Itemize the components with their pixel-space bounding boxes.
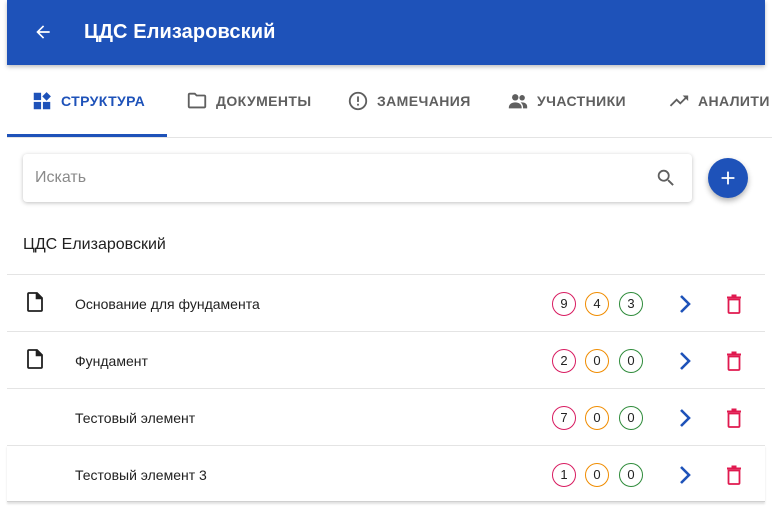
tab-label: ДОКУМЕНТЫ (216, 93, 312, 109)
people-icon (508, 94, 528, 109)
chevron-right-icon[interactable] (677, 350, 695, 372)
red-count-badge: 1 (552, 463, 576, 487)
list-item[interactable]: Тестовый элемент 3 1 0 0 (7, 445, 765, 502)
tab-label: УЧАСТНИКИ (537, 93, 627, 109)
green-count-badge: 0 (619, 463, 643, 487)
orange-count-badge: 0 (585, 463, 609, 487)
tab-label: АНАЛИТИ (698, 93, 770, 109)
tab-structure[interactable]: СТРУКТУРА (31, 65, 145, 137)
delete-icon[interactable] (726, 408, 742, 428)
active-tab-indicator (7, 134, 167, 137)
item-label: Фундамент (75, 353, 148, 369)
trending-up-icon (669, 95, 689, 107)
chevron-right-icon[interactable] (677, 293, 695, 315)
tab-documents[interactable]: ДОКУМЕНТЫ (186, 65, 311, 137)
orange-count-badge: 0 (585, 406, 609, 430)
list-item[interactable]: Основание для фундамента 9 4 3 (7, 274, 765, 331)
red-count-badge: 7 (552, 406, 576, 430)
arrow-back-icon[interactable] (33, 22, 53, 42)
search-icon[interactable] (655, 167, 677, 189)
delete-icon[interactable] (726, 294, 742, 314)
tab-bar: СТРУКТУРА ДОКУМЕНТЫ ЗАМЕЧАНИЯ УЧАСТНИКИ … (7, 65, 772, 138)
orange-count-badge: 4 (585, 292, 609, 316)
tab-label: ЗАМЕЧАНИЯ (377, 93, 471, 109)
section-title: ЦДС Елизаровский (23, 236, 166, 253)
folder-icon (187, 92, 207, 109)
delete-icon[interactable] (726, 465, 742, 485)
red-count-badge: 9 (552, 292, 576, 316)
tab-participants[interactable]: УЧАСТНИКИ (507, 65, 626, 137)
search-box (23, 154, 692, 202)
tab-remarks[interactable]: ЗАМЕЧАНИЯ (347, 65, 471, 137)
tab-analytics[interactable]: АНАЛИТИ (668, 65, 770, 137)
delete-icon[interactable] (726, 351, 742, 371)
structure-list: Основание для фундамента 9 4 3 Фундамент… (7, 274, 765, 502)
list-item[interactable]: Тестовый элемент 7 0 0 (7, 388, 765, 445)
chevron-right-icon[interactable] (677, 407, 695, 429)
add-button[interactable] (708, 158, 748, 198)
plus-icon (721, 171, 735, 185)
red-count-badge: 2 (552, 349, 576, 373)
tab-label: СТРУКТУРА (61, 93, 146, 109)
search-input[interactable] (35, 154, 645, 202)
green-count-badge: 3 (619, 292, 643, 316)
item-label: Основание для фундамента (75, 296, 260, 312)
app-bar: ЦДС Елизаровский (7, 0, 765, 65)
list-item[interactable]: Фундамент 2 0 0 (7, 331, 765, 388)
green-count-badge: 0 (619, 349, 643, 373)
page-title: ЦДС Елизаровский (84, 21, 276, 43)
chevron-right-icon[interactable] (677, 464, 695, 486)
file-icon (27, 349, 43, 369)
dashboard-icon (33, 92, 51, 110)
orange-count-badge: 0 (585, 349, 609, 373)
item-label: Тестовый элемент 3 (75, 467, 207, 483)
item-label: Тестовый элемент (75, 410, 196, 426)
alert-circle-icon (348, 91, 368, 111)
file-icon (27, 292, 43, 312)
green-count-badge: 0 (619, 406, 643, 430)
